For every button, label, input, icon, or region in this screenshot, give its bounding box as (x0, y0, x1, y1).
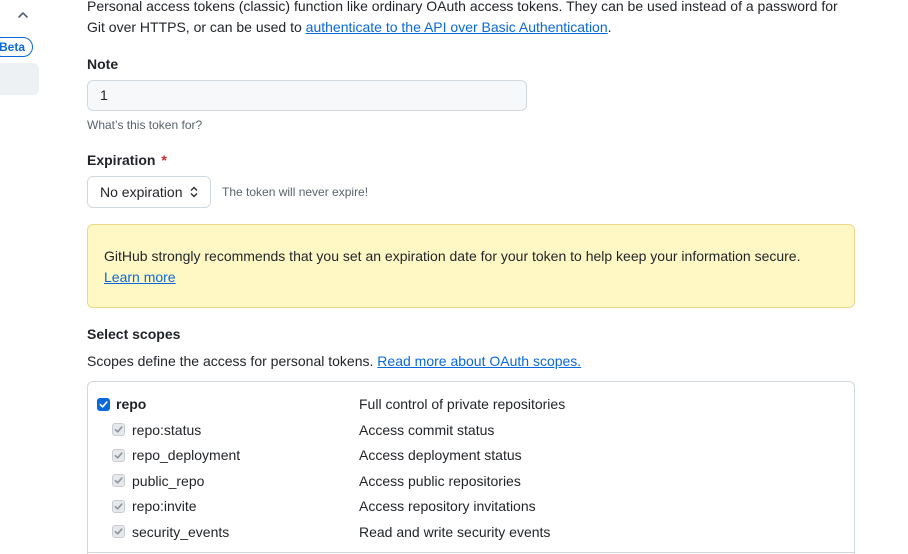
intro-suffix: . (607, 19, 612, 35)
required-marker: * (161, 152, 167, 168)
basic-auth-link[interactable]: authenticate to the API over Basic Authe… (306, 19, 608, 35)
scopes-description: Scopes define the access for personal to… (87, 353, 581, 369)
beta-badge: Beta (0, 37, 34, 57)
scope-checkbox (112, 474, 125, 487)
expiration-select[interactable]: No expiration (87, 176, 211, 208)
scope-description: Read and write security events (359, 523, 551, 540)
intro-text: Personal access tokens (classic) functio… (87, 0, 857, 38)
scope-name: security_events (132, 523, 230, 540)
scopes-description-text: Scopes define the access for personal to… (87, 353, 374, 369)
oauth-scopes-link[interactable]: Read more about OAuth scopes. (377, 353, 581, 369)
scope-row: security_events Read and write security e… (88, 521, 854, 543)
note-input[interactable]: 1 (87, 80, 527, 111)
expiration-label-text: Expiration (87, 152, 156, 168)
scope-name: public_repo (132, 472, 205, 489)
scope-description: Access deployment status (359, 447, 522, 463)
scope-checkbox[interactable] (97, 397, 110, 411)
scope-name: repo:status (132, 421, 202, 438)
scope-row: repo:status Access commit status (88, 419, 854, 441)
scope-row: repo Full control of private repositories (88, 393, 854, 415)
scope-row: repo:invite Access repository invitations (88, 495, 854, 517)
scopes-list: repo Full control of private repositories… (87, 381, 855, 554)
scope-name: repo_deployment (132, 447, 241, 463)
scope-description: Access public repositories (359, 472, 521, 489)
scope-checkbox (112, 448, 125, 462)
scope-checkbox (112, 499, 125, 513)
sidebar-active-item[interactable] (0, 63, 39, 95)
learn-more-link[interactable]: Learn more (104, 269, 176, 285)
scope-checkbox (112, 525, 125, 538)
scope-row: public_repo Access public repositories (88, 470, 854, 492)
select-caret-icon (190, 186, 198, 198)
scopes-title: Select scopes (87, 326, 181, 342)
expiration-warning: GitHub strongly recommends that you set … (87, 224, 855, 308)
scope-name: repo (116, 396, 147, 412)
expiration-note: The token will never expire! (222, 185, 369, 199)
warning-text: GitHub strongly recommends that you set … (104, 248, 801, 264)
scope-description: Access repository invitations (359, 498, 536, 514)
scope-divider (88, 552, 854, 553)
note-label: Note (87, 56, 119, 72)
scope-checkbox (112, 423, 125, 436)
scope-description: Access commit status (359, 421, 495, 438)
note-hint: What’s this token for? (87, 118, 203, 132)
expiration-label: Expiration * (87, 152, 167, 168)
scope-row: repo_deployment Access deployment status (88, 444, 854, 466)
scope-description: Full control of private repositories (359, 396, 566, 412)
scope-name: repo:invite (132, 498, 197, 514)
expiration-selected: No expiration (100, 184, 183, 200)
chevron-up-icon[interactable] (14, 6, 32, 24)
